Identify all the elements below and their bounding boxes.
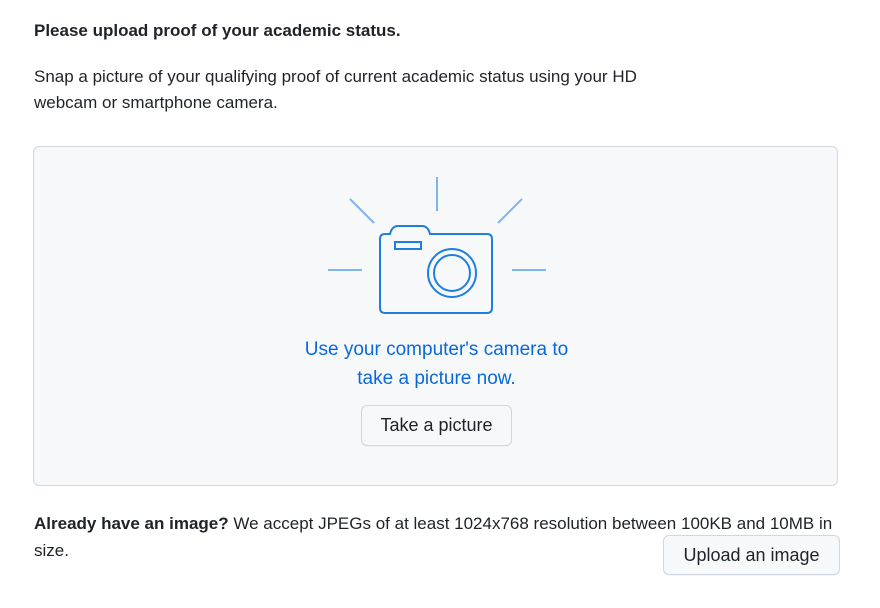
camera-flash-rays xyxy=(328,177,546,271)
take-picture-button[interactable]: Take a picture xyxy=(361,405,512,446)
camera-capture-panel: Use your computer's camera to take a pic… xyxy=(33,146,838,486)
page-heading: Please upload proof of your academic sta… xyxy=(34,21,401,40)
camera-body xyxy=(379,225,493,314)
upload-info-prefix: Already have an image? xyxy=(34,514,229,533)
camera-instruction-line2: take a picture now. xyxy=(357,368,516,389)
camera-instruction-line1: Use your computer's camera to xyxy=(304,339,569,360)
upload-image-button[interactable]: Upload an image xyxy=(663,535,840,575)
camera-icon xyxy=(328,177,546,314)
camera-instruction: Use your computer's camera to take a pic… xyxy=(34,335,839,393)
page-description: Snap a picture of your qualifying proof … xyxy=(34,67,637,112)
